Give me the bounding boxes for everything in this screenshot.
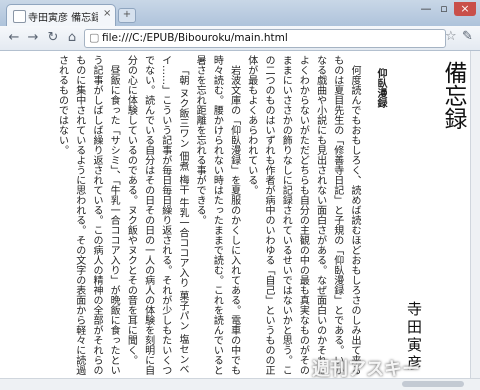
wrench-menu-icon[interactable]: ✎	[462, 29, 473, 44]
body-paragraph: 何度読んでもおもしろく、読めば読むほどおもしろさのしみ出て来るものは夏目先生の「…	[245, 55, 360, 375]
browser-tab[interactable]: 寺田寅彦 備忘録 ×	[6, 4, 116, 27]
document-body: 何度読んでもおもしろく、読めば読むほどおもしろさのしみ出て来るものは夏目先生の「…	[18, 55, 363, 375]
vertical-scrollbar[interactable]	[470, 51, 480, 378]
tab-close-icon[interactable]: ×	[103, 8, 111, 19]
reload-button[interactable]: ↻	[45, 30, 61, 46]
back-button[interactable]: ←	[6, 30, 22, 46]
page-content: 備忘録 仰臥漫録 寺田寅彦 何度読んでもおもしろく、読めば読むほどおもしろさのし…	[0, 51, 470, 378]
address-bar[interactable]: ▢ file:///C:/EPUB/Bibouroku/main.html	[84, 29, 446, 48]
minimize-button[interactable]: —	[418, 2, 434, 16]
bookmark-star-icon[interactable]: ☆	[445, 29, 457, 44]
page-icon: ▢	[89, 31, 100, 44]
forward-button[interactable]: →	[25, 30, 41, 46]
horizontal-scroll-thumb[interactable]	[402, 381, 464, 387]
title-bar: 寺田寅彦 備忘録 × + — ▫ ×	[0, 0, 480, 27]
document-title: 備忘録	[440, 61, 466, 130]
maximize-button[interactable]: ▫	[436, 2, 452, 16]
body-paragraph: 昼飯に食った「サシミ」、「牛乳一合ココア入り」が晩飯に食ったという記事がしばしば…	[56, 55, 120, 375]
home-icon[interactable]: ⌂	[64, 30, 80, 46]
url-text[interactable]: file:///C:/EPUB/Bibouroku/main.html	[102, 32, 288, 44]
close-window-button[interactable]: ×	[454, 2, 476, 16]
body-paragraph: 「朝 ヌク飯三ワン 佃煮 梅干 牛乳一合ココア入り 菓子パン 塩センベイ……」こ…	[125, 55, 188, 375]
tab-title: 寺田寅彦 備忘録	[28, 13, 98, 24]
new-tab-button[interactable]: +	[118, 8, 136, 23]
body-paragraph: 岩波文庫の「仰臥漫録」を夏服のかくしに入れてある。電車の中でも時々読む。腰かけら…	[194, 55, 240, 375]
horizontal-scrollbar[interactable]	[0, 378, 480, 390]
page-favicon-icon	[13, 10, 26, 23]
navigation-toolbar: ← → ↻ ⌂ ▢ file:///C:/EPUB/Bibouroku/main…	[0, 26, 480, 51]
section-label: 仰臥漫録	[375, 68, 386, 108]
watermark-logo: 週刊アスキー	[312, 359, 420, 378]
